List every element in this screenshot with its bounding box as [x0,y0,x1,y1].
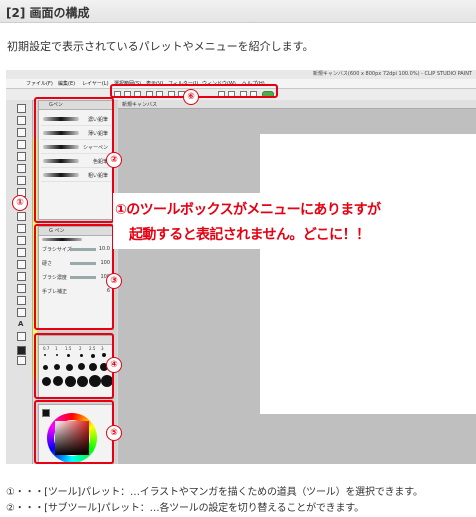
annotation-callout: ①のツールボックスがメニューにありますが 起動すると表記されません。どこに！！ [113,193,474,249]
balloon-tool-icon[interactable] [17,332,26,341]
decoration-tool-icon[interactable] [17,236,26,245]
document-tab[interactable]: 新規キャンバス [118,100,476,109]
move-layer-tool-icon[interactable] [17,140,26,149]
operation-tool-icon[interactable] [17,128,26,137]
auto-select-tool-icon[interactable] [17,164,26,173]
marker-6: ⑥ [183,89,199,105]
marker-5: ⑤ [106,425,122,441]
menu-edit[interactable]: 編集(E) [58,80,75,87]
eraser-tool-icon[interactable] [17,248,26,257]
main-color-icon[interactable] [17,346,26,355]
intro-text: 初期設定で表示されているパレットやメニューを紹介します。 [7,40,314,53]
brush-size-outline [34,333,114,399]
selection-tool-icon[interactable] [17,152,26,161]
eyedropper-tool-icon[interactable] [17,176,26,185]
canvas-area: 新規キャンバス [118,100,476,464]
frame-tool-icon[interactable] [17,308,26,317]
canvas[interactable] [260,134,476,414]
document-tab-label: 新規キャンバス [122,102,158,108]
text-tool-icon[interactable]: A [18,320,23,328]
marker-4: ④ [106,357,122,373]
brush-tool-icon[interactable] [17,212,26,221]
zoom-tool-icon[interactable] [17,104,26,113]
blend-tool-icon[interactable] [17,260,26,269]
move-tool-icon[interactable] [17,116,26,125]
airbrush-tool-icon[interactable] [17,224,26,233]
marker-2: ② [106,152,122,168]
fill-tool-icon[interactable] [17,272,26,281]
annotation-line-2: 起動すると表記されません。どこに！！ [129,227,370,243]
tool-palette: A [6,100,33,464]
annotation-line-1: ①のツールボックスがメニューにありますが [115,202,381,218]
footer-line-2: ②・・・[サブツール]パレット：…各ツールの設定を切り替えることができます。 [6,503,364,514]
section-header: [2] 画面の構成 [0,0,476,23]
gradient-tool-icon[interactable] [17,284,26,293]
footer-line-1: ①・・・[ツール]パレット：…イラストやマンガを描くための道具（ツール）を選択で… [6,487,423,498]
subtool-palette-outline [34,97,114,223]
color-wheel-outline [34,400,114,464]
menu-file[interactable]: ファイル(F) [26,80,53,87]
window-title: 新規キャンバス(600 x 800px 72dpi 100.0%) - CLIP… [312,71,472,77]
figure-tool-icon[interactable] [17,296,26,305]
section-title: [2] 画面の構成 [6,6,90,20]
transparent-color-icon[interactable] [17,356,26,365]
menu-layer[interactable]: レイヤー(L) [82,80,109,87]
marker-3: ③ [106,273,122,289]
marker-1: ① [12,195,28,211]
tool-property-outline [34,224,114,330]
